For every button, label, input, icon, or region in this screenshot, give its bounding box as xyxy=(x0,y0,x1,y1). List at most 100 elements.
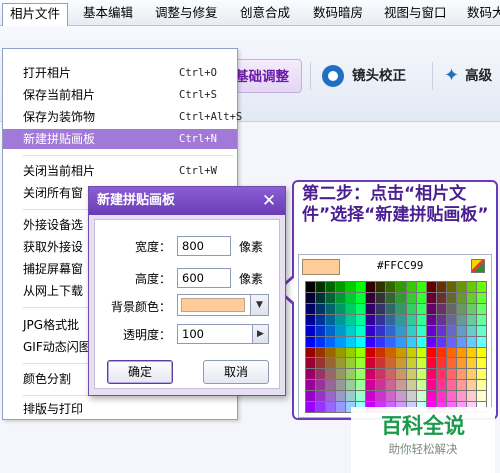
palette-swatch[interactable] xyxy=(406,391,416,402)
palette-swatch[interactable] xyxy=(426,358,436,369)
palette-swatch[interactable] xyxy=(396,325,406,336)
palette-swatch[interactable] xyxy=(416,292,426,303)
palette-swatch[interactable] xyxy=(476,336,486,347)
menu-item-save-decoration[interactable]: 保存为装饰物 Ctrl+Alt+S xyxy=(3,107,242,127)
palette-swatch[interactable] xyxy=(376,380,386,391)
palette-swatch[interactable] xyxy=(456,325,466,336)
menu-creative[interactable]: 创意合成 xyxy=(233,3,297,23)
palette-swatch[interactable] xyxy=(366,391,376,402)
palette-swatch[interactable] xyxy=(406,282,416,292)
palette-swatch[interactable] xyxy=(316,369,326,380)
menu-darkroom[interactable]: 数码暗房 xyxy=(306,3,370,23)
palette-swatch[interactable] xyxy=(406,347,416,358)
palette-swatch[interactable] xyxy=(346,314,356,325)
palette-swatch[interactable] xyxy=(456,347,466,358)
palette-swatch[interactable] xyxy=(476,380,486,391)
palette-swatch[interactable] xyxy=(336,369,346,380)
palette-swatch[interactable] xyxy=(456,380,466,391)
palette-swatch[interactable] xyxy=(366,369,376,380)
menu-digital[interactable]: 数码大 xyxy=(460,3,500,23)
ok-button[interactable]: 确定 xyxy=(107,360,173,384)
palette-swatch[interactable] xyxy=(436,303,446,314)
palette-swatch[interactable] xyxy=(386,358,396,369)
palette-swatch[interactable] xyxy=(376,303,386,314)
palette-swatch[interactable] xyxy=(476,282,486,292)
palette-swatch[interactable] xyxy=(446,325,456,336)
palette-swatch[interactable] xyxy=(376,369,386,380)
palette-swatch[interactable] xyxy=(386,347,396,358)
palette-swatch[interactable] xyxy=(396,314,406,325)
palette-swatch[interactable] xyxy=(436,380,446,391)
palette-swatch[interactable] xyxy=(326,402,336,412)
palette-swatch[interactable] xyxy=(436,358,446,369)
palette-swatch[interactable] xyxy=(326,358,336,369)
palette-swatch[interactable] xyxy=(326,380,336,391)
palette-swatch[interactable] xyxy=(366,336,376,347)
palette-swatch[interactable] xyxy=(376,336,386,347)
palette-swatch[interactable] xyxy=(306,314,316,325)
palette-swatch[interactable] xyxy=(406,336,416,347)
palette-swatch[interactable] xyxy=(366,325,376,336)
palette-swatch[interactable] xyxy=(466,336,476,347)
palette-swatch[interactable] xyxy=(466,358,476,369)
palette-swatch[interactable] xyxy=(356,325,366,336)
palette-swatch[interactable] xyxy=(456,369,466,380)
palette-swatch[interactable] xyxy=(336,358,346,369)
palette-swatch[interactable] xyxy=(446,303,456,314)
palette-swatch[interactable] xyxy=(426,303,436,314)
palette-swatch[interactable] xyxy=(386,303,396,314)
palette-swatch[interactable] xyxy=(456,292,466,303)
palette-swatch[interactable] xyxy=(436,369,446,380)
palette-swatch[interactable] xyxy=(346,369,356,380)
palette-swatch[interactable] xyxy=(436,347,446,358)
palette-swatch[interactable] xyxy=(356,358,366,369)
palette-swatch[interactable] xyxy=(316,282,326,292)
menu-item-layout-print[interactable]: 排版与打印 xyxy=(3,399,237,419)
palette-swatch[interactable] xyxy=(406,314,416,325)
palette-swatch[interactable] xyxy=(476,347,486,358)
palette-swatch[interactable] xyxy=(446,314,456,325)
palette-swatch[interactable] xyxy=(446,380,456,391)
palette-swatch[interactable] xyxy=(416,303,426,314)
palette-swatch[interactable] xyxy=(416,325,426,336)
palette-swatch[interactable] xyxy=(346,325,356,336)
palette-swatch[interactable] xyxy=(306,369,316,380)
palette-swatch[interactable] xyxy=(336,380,346,391)
palette-swatch[interactable] xyxy=(356,380,366,391)
palette-swatch[interactable] xyxy=(456,282,466,292)
palette-swatch[interactable] xyxy=(396,391,406,402)
palette-swatch[interactable] xyxy=(346,380,356,391)
palette-swatch[interactable] xyxy=(306,391,316,402)
menu-item-save-photo[interactable]: 保存当前相片 Ctrl+S xyxy=(3,85,237,105)
palette-swatch[interactable] xyxy=(406,292,416,303)
palette-swatch[interactable] xyxy=(376,347,386,358)
palette-swatch[interactable] xyxy=(456,391,466,402)
palette-swatch[interactable] xyxy=(306,380,316,391)
palette-swatch[interactable] xyxy=(476,314,486,325)
palette-swatch[interactable] xyxy=(326,325,336,336)
opacity-field[interactable]: 100 ▶ xyxy=(177,324,269,344)
palette-swatch[interactable] xyxy=(396,358,406,369)
palette-swatch[interactable] xyxy=(326,314,336,325)
palette-swatch[interactable] xyxy=(326,347,336,358)
palette-swatch[interactable] xyxy=(366,282,376,292)
play-arrow-icon[interactable]: ▶ xyxy=(252,325,268,343)
palette-swatch[interactable] xyxy=(366,358,376,369)
palette-swatch[interactable] xyxy=(346,292,356,303)
palette-swatch[interactable] xyxy=(466,369,476,380)
palette-swatch[interactable] xyxy=(406,380,416,391)
dropdown-arrow-icon[interactable]: ▼ xyxy=(250,295,268,315)
palette-swatch[interactable] xyxy=(376,282,386,292)
palette-swatch[interactable] xyxy=(426,325,436,336)
palette-swatch[interactable] xyxy=(436,391,446,402)
palette-swatch[interactable] xyxy=(306,336,316,347)
palette-swatch[interactable] xyxy=(426,282,436,292)
palette-swatch[interactable] xyxy=(476,391,486,402)
palette-swatch[interactable] xyxy=(306,303,316,314)
palette-swatch[interactable] xyxy=(316,358,326,369)
palette-swatch[interactable] xyxy=(336,282,346,292)
palette-swatch[interactable] xyxy=(306,358,316,369)
palette-swatch[interactable] xyxy=(456,336,466,347)
palette-swatch[interactable] xyxy=(436,325,446,336)
palette-swatch[interactable] xyxy=(316,380,326,391)
